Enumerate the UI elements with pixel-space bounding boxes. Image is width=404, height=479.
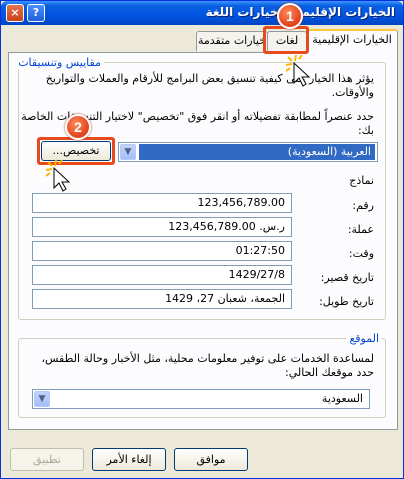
close-button[interactable]: × [6,4,24,22]
location-legend: الموقع [346,332,382,345]
ok-button[interactable]: موافق [174,448,248,471]
mouse-pointer-icon [46,160,71,192]
mouse-pointer-icon [286,55,311,87]
sample-label-time: وقت: [348,247,374,260]
location-description: لمساعدة الخدمات على توفير معلومات محلية،… [41,352,374,379]
chevron-down-icon[interactable]: ▼ [120,144,136,160]
sample-value-short-date: 1429/27/8 [32,265,292,285]
locale-selected-value: العربية (السعودية) [139,144,375,160]
cancel-button[interactable]: إلغاء الأمر [92,448,166,471]
sample-label-short-date: تاريخ قصير: [320,271,374,284]
title-bar[interactable]: الخيارات الإقليمية وخيارات اللغة × ? [1,1,403,25]
sample-label-currency: عملة: [347,223,374,236]
chevron-down-icon[interactable]: ▼ [34,391,50,407]
sample-label-long-date: تاريخ طويل: [319,295,374,308]
samples-heading: نماذج [349,174,374,187]
standards-description: يؤثر هذا الخيار على كيفية تنسيق بعض البر… [45,72,374,99]
help-button[interactable]: ? [27,4,45,22]
location-dropdown[interactable]: ▼ السعودية [32,389,370,409]
sample-label-number: رقم: [352,199,374,212]
apply-button[interactable]: تطبيق [10,448,84,471]
step-badge-1: 1 [277,3,303,29]
step-badge-2: 2 [65,114,91,140]
highlight-languages-tab [263,26,309,54]
sample-value-long-date: الجمعة، شعبان 27، 1429 [32,289,292,309]
sample-value-time: 01:27:50 [32,241,292,261]
standards-legend: مقاييس وتنسيقات [15,56,104,69]
tab-advanced[interactable]: خيارات متقدمة [196,31,268,51]
tab-regional-options[interactable]: الخيارات الإقليمية [306,29,398,53]
sample-value-currency: ر.س.‏ 123,456,789.00 [32,217,292,237]
locale-dropdown[interactable]: ▼ العربية (السعودية) [118,142,378,162]
location-selected-value: السعودية [321,392,363,405]
sample-value-number: 123,456,789.00 [32,193,292,213]
